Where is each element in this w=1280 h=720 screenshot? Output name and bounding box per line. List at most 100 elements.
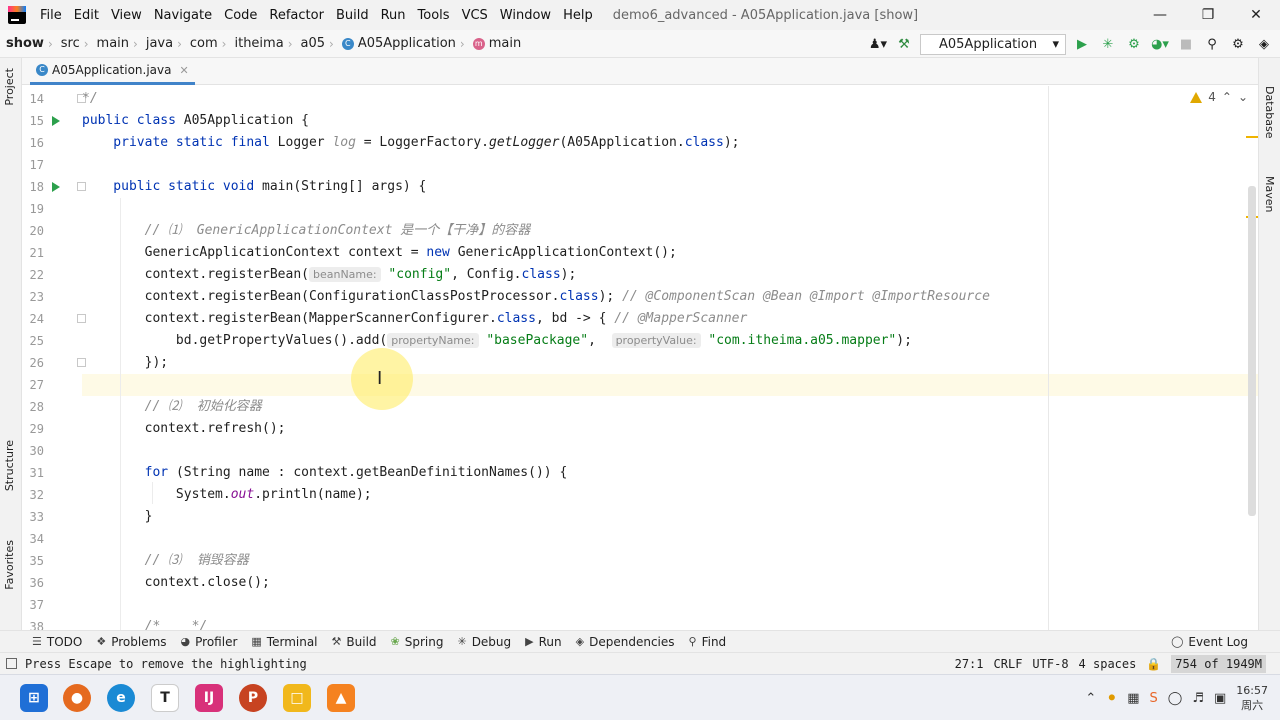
- breadcrumb-com[interactable]: com: [184, 36, 220, 51]
- network-icon[interactable]: ◯: [1168, 691, 1183, 706]
- tool-window-favorites[interactable]: Favorites: [3, 540, 16, 590]
- chevron-up-icon[interactable]: ⌃: [1222, 90, 1232, 104]
- microphone-icon[interactable]: ⚫: [1106, 691, 1117, 706]
- debug-icon[interactable]: ✳: [1098, 34, 1118, 54]
- chevron-right-icon: ›: [459, 36, 465, 51]
- menu-code[interactable]: Code: [218, 8, 263, 23]
- tool-tab-problems[interactable]: ❖ Problems: [96, 635, 166, 649]
- menu-build[interactable]: Build: [330, 8, 375, 23]
- tool-tab-run[interactable]: ▶ Run: [525, 635, 561, 649]
- menu-file[interactable]: File: [34, 8, 68, 23]
- run-icon[interactable]: ▶: [1072, 34, 1092, 54]
- window-title: demo6_advanced - A05Application.java [sh…: [612, 7, 919, 23]
- breadcrumb-a05[interactable]: a05: [295, 36, 328, 51]
- status-message: Press Escape to remove the highlighting: [6, 657, 307, 671]
- breadcrumb-main[interactable]: main: [91, 36, 131, 51]
- code-editor[interactable]: 14 15 16 17 18 19 20 21 22 23 24 25 26 2…: [22, 86, 1258, 630]
- editor-tab-a05application[interactable]: C A05Application.java ✕: [30, 58, 195, 85]
- search-icon[interactable]: ⚲: [1202, 34, 1222, 54]
- tool-tab-spring[interactable]: ❀ Spring: [391, 635, 444, 649]
- breadcrumb-itheima[interactable]: itheima: [228, 36, 285, 51]
- menu-refactor[interactable]: Refactor: [263, 8, 330, 23]
- lock-icon[interactable]: 🔒: [1146, 657, 1161, 671]
- tool-tab-todo[interactable]: ☰ TODO: [32, 635, 82, 649]
- volume-icon[interactable]: ♬: [1192, 691, 1204, 706]
- menu-window[interactable]: Window: [494, 8, 557, 23]
- breadcrumb-project[interactable]: show: [0, 36, 46, 51]
- tool-tab-build[interactable]: ⚒ Build: [332, 635, 377, 649]
- tool-window-project[interactable]: Project: [3, 68, 16, 106]
- code-text-area[interactable]: */ public class A05Application { private…: [82, 86, 1258, 630]
- warning-stripe[interactable]: [1246, 136, 1258, 138]
- breadcrumb-java[interactable]: java: [140, 36, 175, 51]
- sogou-input-icon[interactable]: S: [1150, 691, 1158, 706]
- caret-position[interactable]: 27:1: [955, 657, 984, 671]
- tool-tab-find[interactable]: ⚲ Find: [689, 635, 727, 649]
- inspection-widget[interactable]: 4 ⌃ ⌄: [1190, 90, 1248, 104]
- clock[interactable]: 16:57 周六: [1236, 683, 1268, 713]
- chevron-down-icon[interactable]: ⌄: [1238, 90, 1248, 104]
- breadcrumb-class[interactable]: C A05Application: [336, 36, 458, 51]
- tool-tab-debug[interactable]: ✳ Debug: [457, 635, 511, 649]
- close-window-button[interactable]: ✕: [1232, 0, 1280, 30]
- stop-icon[interactable]: ■: [1176, 34, 1196, 54]
- line-number: 23: [29, 290, 44, 304]
- line-separator[interactable]: CRLF: [994, 657, 1023, 671]
- menu-view[interactable]: View: [105, 8, 148, 23]
- profile-icon[interactable]: ◕▾: [1150, 34, 1170, 54]
- vlc-icon[interactable]: ▲: [327, 684, 355, 712]
- tool-window-maven[interactable]: Maven: [1263, 176, 1276, 212]
- clock-time: 16:57: [1236, 684, 1268, 697]
- gear-icon[interactable]: ⚙: [1228, 34, 1248, 54]
- menu-help[interactable]: Help: [557, 8, 599, 23]
- input-method-icon[interactable]: ▦: [1127, 691, 1139, 706]
- build-hammer-icon[interactable]: ⚒: [894, 34, 914, 54]
- breadcrumb-src[interactable]: src: [55, 36, 82, 51]
- restore-button[interactable]: ❐: [1184, 0, 1232, 30]
- jetbrains-toolbox-icon[interactable]: ◈: [1254, 34, 1274, 54]
- chevron-right-icon: ›: [329, 36, 334, 51]
- windows-start-icon[interactable]: ⊞: [20, 684, 48, 712]
- menu-vcs[interactable]: VCS: [456, 8, 494, 23]
- line-number: 37: [29, 598, 44, 612]
- firefox-icon[interactable]: ●: [63, 684, 91, 712]
- line-number: 33: [29, 510, 44, 524]
- menu-edit[interactable]: Edit: [68, 8, 105, 23]
- breadcrumb-method[interactable]: m main: [467, 36, 523, 51]
- chevron-up-icon[interactable]: ⌃: [1085, 691, 1096, 706]
- menu-tools[interactable]: Tools: [412, 8, 456, 23]
- battery-icon[interactable]: ▣: [1214, 691, 1226, 706]
- code-line: context.registerBean(MapperScannerConfig…: [82, 311, 748, 326]
- menu-run[interactable]: Run: [375, 8, 412, 23]
- close-icon[interactable]: ✕: [179, 64, 188, 77]
- run-configuration-select[interactable]: A05Application ▾: [920, 33, 1066, 55]
- tool-tab-event-log[interactable]: ◯ Event Log: [1171, 635, 1248, 649]
- minimize-button[interactable]: —: [1136, 0, 1184, 30]
- dependencies-icon: ◈: [575, 635, 585, 648]
- code-line: bd.getPropertyValues().add(propertyName:…: [82, 333, 912, 348]
- user-icon[interactable]: ♟▾: [868, 34, 888, 54]
- panel-toggle-icon[interactable]: [6, 658, 17, 669]
- line-number: 24: [29, 312, 44, 326]
- run-gutter-icon[interactable]: [52, 116, 60, 126]
- code-line: /* */: [82, 619, 208, 630]
- menu-navigate[interactable]: Navigate: [148, 8, 218, 23]
- file-encoding[interactable]: UTF-8: [1032, 657, 1068, 671]
- class-icon: C: [36, 64, 48, 76]
- typora-icon[interactable]: T: [151, 684, 179, 712]
- edge-icon[interactable]: e: [107, 684, 135, 712]
- intellij-icon[interactable]: IJ: [195, 684, 223, 712]
- tool-tab-profiler[interactable]: ◕ Profiler: [181, 635, 238, 649]
- file-explorer-icon[interactable]: □: [283, 684, 311, 712]
- line-number: 36: [29, 576, 44, 590]
- tool-window-database[interactable]: Database: [1263, 86, 1276, 139]
- coverage-icon[interactable]: ⚙: [1124, 34, 1144, 54]
- powerpoint-icon[interactable]: P: [239, 684, 267, 712]
- tool-tab-dependencies[interactable]: ◈ Dependencies: [576, 635, 675, 649]
- run-gutter-icon[interactable]: [52, 182, 60, 192]
- vertical-scrollbar[interactable]: [1248, 186, 1256, 516]
- tool-tab-terminal[interactable]: ▦ Terminal: [251, 635, 317, 649]
- memory-indicator[interactable]: 754 of 1949M: [1171, 655, 1266, 673]
- tool-window-structure[interactable]: Structure: [3, 440, 16, 491]
- indent-setting[interactable]: 4 spaces: [1079, 657, 1137, 671]
